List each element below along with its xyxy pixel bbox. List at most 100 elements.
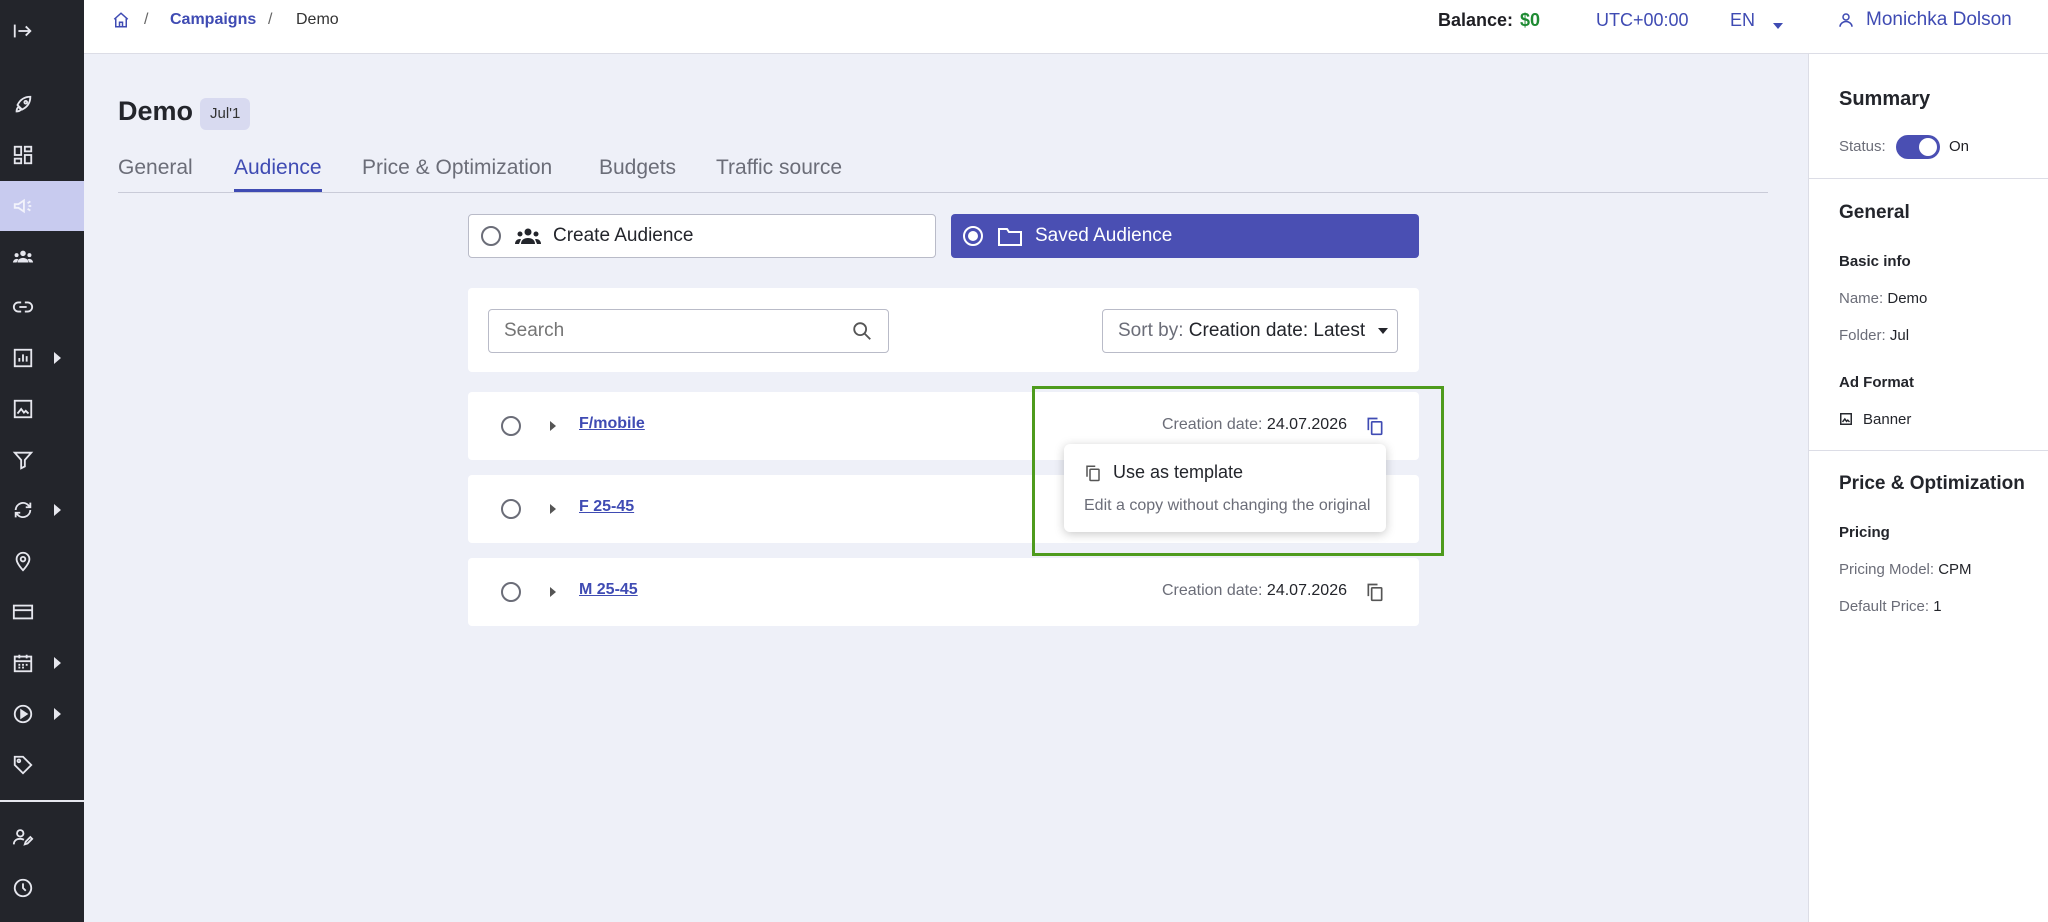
tabs-divider [118,192,1768,193]
name-row: Name: Demo [1839,290,1927,307]
ad-format-value: Banner [1863,411,1912,428]
row-radio[interactable] [501,582,521,602]
tab-budgets[interactable]: Budgets [599,156,676,180]
expand-arrow-icon[interactable] [550,504,556,514]
pricing-heading: Pricing [1839,524,1890,541]
copy-icon[interactable] [1365,582,1385,602]
tab-audience[interactable]: Audience [234,156,322,180]
audience-name-link[interactable]: F/mobile [579,415,645,433]
general-title: General [1839,202,1910,223]
create-audience-radio[interactable] [481,226,501,246]
folder-label: Folder: [1839,327,1886,344]
popover-title: Use as template [1113,462,1244,482]
summary-divider [1809,450,2048,451]
creation-date-value: 24.07.2026 [1266,582,1347,599]
pricing-model-label: Pricing Model: [1839,561,1935,578]
popover-description: Edit a copy without changing the origina… [1084,497,1371,514]
chevron-down-icon [1378,327,1389,334]
search-panel: Sort by: Creation date: Latest [468,288,1419,372]
row-radio[interactable] [501,416,521,436]
rocket-icon[interactable] [0,80,84,130]
timezone-selector[interactable]: UTC+00:00 [1596,10,1689,31]
summary-title: Summary [1839,88,1931,110]
search-icon[interactable] [851,320,873,342]
sort-dropdown[interactable]: Sort by: Creation date: Latest [1102,309,1398,353]
balance-value: $0 [1520,10,1541,30]
expand-arrow-icon[interactable] [550,587,556,597]
status-label: Status: [1839,138,1886,155]
expand-arrow-icon [54,352,61,364]
breadcrumb-separator: / [268,11,273,28]
ad-format-row: Banner [1839,411,1911,428]
user-menu[interactable]: Monichka Dolson [1866,9,2012,31]
use-as-template-popover[interactable]: Use as template Edit a copy without chan… [1064,444,1386,532]
row-radio[interactable] [501,499,521,519]
default-price-row: Default Price: 1 [1839,598,1942,615]
summary-panel: Summary Status: On General Basic info Na… [1808,54,2048,922]
pricing-model-row: Pricing Model: CPM [1839,561,1972,578]
saved-audience-radio[interactable] [963,226,983,246]
image-icon [1840,413,1852,425]
tab-price-optimization[interactable]: Price & Optimization [362,156,552,180]
expand-arrow-icon [54,657,61,669]
image-icon[interactable] [0,384,84,434]
sidebar [0,0,84,922]
name-value: Demo [1887,290,1928,307]
sync-icon[interactable] [0,485,84,535]
calendar-icon[interactable] [0,638,84,688]
name-label: Name: [1839,290,1884,307]
create-audience-option[interactable]: Create Audience [468,214,936,258]
location-icon[interactable] [0,536,84,586]
language-selector[interactable]: EN [1730,10,1755,31]
active-tab-indicator [234,189,322,192]
sort-label: Sort by: [1118,320,1184,341]
chart-icon[interactable] [0,333,84,383]
status-row: Status: [1839,138,1886,155]
creation-date-label: Creation date: [1161,582,1263,599]
breadcrumb-campaigns[interactable]: Campaigns [170,11,256,29]
sort-value: Creation date: Latest [1188,320,1366,341]
collapse-icon[interactable] [0,6,84,56]
user-icon [1837,11,1855,34]
top-bar: / Campaigns / Demo Balance: $0 UTC+00:00… [84,0,2048,54]
status-value: On [1949,138,1970,155]
creation-date-value: 24.07.2026 [1266,416,1347,433]
dashboard-icon[interactable] [0,130,84,180]
card-icon[interactable] [0,587,84,637]
folder-icon [998,228,1022,246]
pricing-model-value: CPM [1938,561,1972,578]
saved-audience-option[interactable]: Saved Audience [951,214,1419,258]
page-title: Demo [118,96,194,126]
create-audience-label: Create Audience [553,225,694,246]
status-toggle[interactable] [1896,135,1940,159]
tag-icon[interactable] [0,740,84,790]
folder-value: Jul [1889,327,1910,344]
summary-divider [1809,178,2048,179]
copy-icon[interactable] [1365,416,1385,436]
sidebar-divider [0,800,84,802]
default-price-value: 1 [1933,598,1942,615]
audience-name-link[interactable]: M 25-45 [579,581,638,599]
audience-icon [515,228,541,244]
megaphone-icon[interactable] [0,181,84,231]
tab-traffic-source[interactable]: Traffic source [716,156,842,180]
basic-info-heading: Basic info [1839,253,1911,270]
breadcrumb-current: Demo [296,11,339,28]
copy-icon [1086,465,1100,482]
expand-arrow-icon [54,504,61,516]
default-price-label: Default Price: [1839,598,1930,615]
search-input[interactable] [488,309,889,353]
folder-row: Folder: Jul [1839,327,1909,344]
user-edit-icon[interactable] [0,812,84,862]
home-icon[interactable] [112,11,130,34]
filter-icon[interactable] [0,435,84,485]
audience-icon[interactable] [0,232,84,282]
chevron-down-icon[interactable] [1773,15,1783,36]
clock-icon[interactable] [0,863,84,913]
link-icon[interactable] [0,282,84,332]
ad-format-heading: Ad Format [1839,374,1914,391]
expand-arrow-icon[interactable] [550,421,556,431]
play-icon[interactable] [0,689,84,739]
tab-general[interactable]: General [118,156,193,180]
audience-name-link[interactable]: F 25-45 [579,498,634,516]
